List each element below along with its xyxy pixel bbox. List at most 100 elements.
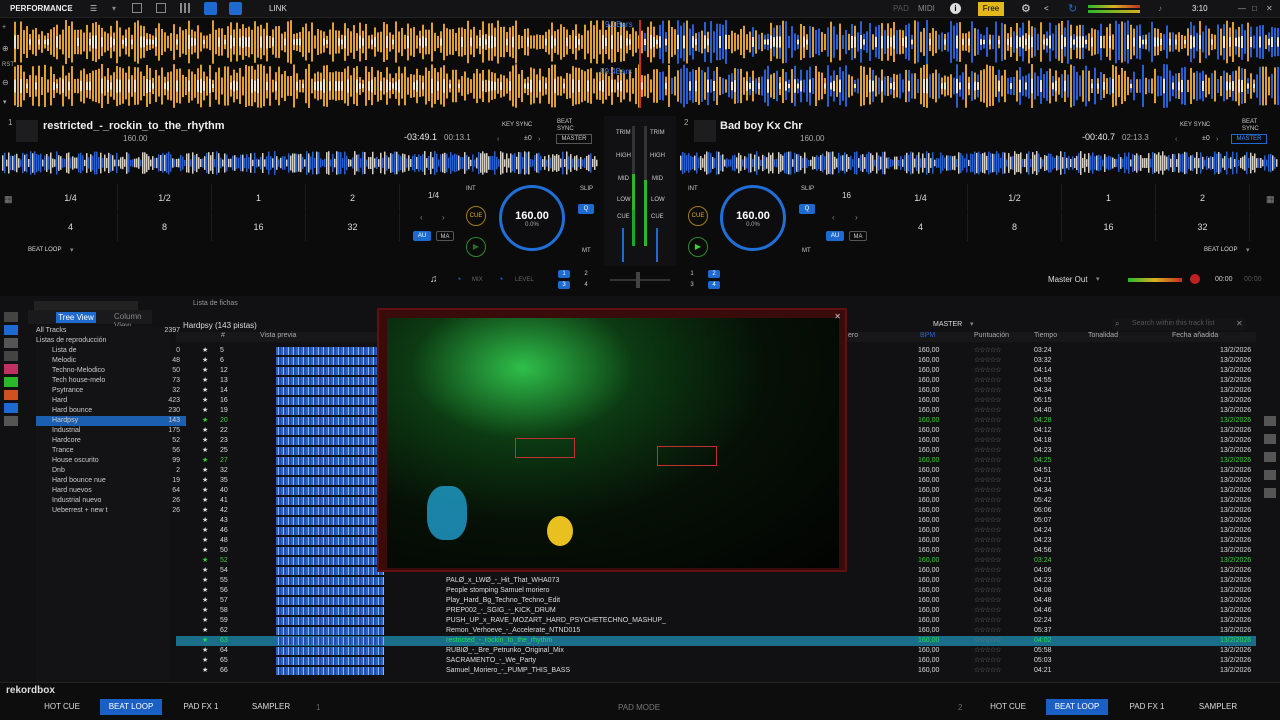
track-rating[interactable]: ☆☆☆☆☆: [974, 386, 1001, 396]
tree-item[interactable]: Listas de reproducción: [36, 336, 186, 346]
related-tracks-icon[interactable]: [1264, 452, 1276, 462]
clear-search-icon[interactable]: ✕: [1236, 319, 1243, 328]
track-rating[interactable]: ☆☆☆☆☆: [974, 426, 1001, 436]
tree-item[interactable]: Tech house-melo 73: [36, 376, 186, 386]
tag-star-icon[interactable]: ★: [202, 416, 208, 426]
tag-star-icon[interactable]: ★: [202, 376, 208, 386]
deck1-headphone-cue-button[interactable]: CUE: [617, 214, 630, 220]
track-rating[interactable]: ☆☆☆☆☆: [974, 356, 1001, 366]
tag-star-icon[interactable]: ★: [202, 646, 208, 656]
track-preview-waveform[interactable]: [276, 577, 384, 585]
deck2-beat-sync-button[interactable]: BEAT SYNC: [1242, 119, 1262, 133]
tree-item[interactable]: Ueberrest + new t 26: [36, 506, 186, 516]
track-preview-waveform[interactable]: [276, 547, 384, 555]
track-preview-waveform[interactable]: [276, 397, 384, 405]
record-panel-icon[interactable]: [156, 3, 166, 13]
fx-assign-4-button[interactable]: 4: [708, 281, 720, 289]
tree-item[interactable]: Hard bounce 230: [36, 406, 186, 416]
tag-star-icon[interactable]: ★: [202, 386, 208, 396]
track-rating[interactable]: ☆☆☆☆☆: [974, 546, 1001, 556]
track-rating[interactable]: ☆☆☆☆☆: [974, 506, 1001, 516]
deck1-master-button[interactable]: MASTER: [556, 134, 592, 144]
track-rating[interactable]: ☆☆☆☆☆: [974, 626, 1001, 636]
tree-item[interactable]: Industrial 175: [36, 426, 186, 436]
deck1-slip-button[interactable]: SLIP: [580, 186, 593, 192]
deck1-jog-wheel[interactable]: 160.00 0.0%: [499, 185, 565, 251]
table-row[interactable]: ★ 64 RUBIØ_-_Bre_Petrunko_Original_Mix 160,…: [176, 646, 1256, 656]
tree-item[interactable]: Hardcore 52: [36, 436, 186, 446]
table-row[interactable]: ★ 65 SACRAMENTO_-_We_Party 160,00 ☆☆☆☆☆ 05:03…: [176, 656, 1256, 666]
link-button[interactable]: LINK: [269, 4, 287, 13]
tag-star-icon[interactable]: ★: [202, 496, 208, 506]
deck2-eq-low-knob[interactable]: LOW: [651, 197, 665, 203]
deck1-overview-waveform[interactable]: [2, 150, 598, 176]
fx-assign-2-button[interactable]: 2: [580, 270, 592, 278]
track-preview-waveform[interactable]: [276, 587, 384, 595]
deck2-track-title[interactable]: Bad boy Kx Chr: [720, 120, 803, 132]
track-preview-waveform[interactable]: [276, 517, 384, 525]
chevron-down-icon[interactable]: ▾: [3, 98, 7, 106]
tag-star-icon[interactable]: ★: [202, 396, 208, 406]
track-preview-waveform[interactable]: [276, 537, 384, 545]
deck2-beat-loop-pad[interactable]: 2: [1156, 184, 1250, 212]
deck2-beat-loop-pad[interactable]: 1/2: [968, 184, 1062, 212]
track-preview-waveform[interactable]: [276, 597, 384, 605]
crossfader-handle[interactable]: [636, 272, 640, 288]
grid-icon[interactable]: ▦: [4, 194, 13, 205]
track-preview-waveform[interactable]: [276, 637, 384, 645]
tree-item[interactable]: Hard nuevos 64: [36, 486, 186, 496]
track-preview-waveform[interactable]: [276, 477, 384, 485]
deck1-channel-fader[interactable]: [622, 228, 624, 262]
deck1-eq-low-knob[interactable]: LOW: [617, 197, 631, 203]
pen-icon[interactable]: [1264, 434, 1276, 444]
chevron-down-icon[interactable]: ▾: [68, 4, 72, 13]
tag-icon[interactable]: [1264, 416, 1276, 426]
close-icon[interactable]: ✕: [834, 312, 841, 321]
track-preview-waveform[interactable]: [276, 617, 384, 625]
explorer-icon[interactable]: [4, 338, 18, 348]
chevron-down-icon[interactable]: ▾: [1096, 275, 1100, 283]
track-rating[interactable]: ☆☆☆☆☆: [974, 566, 1001, 576]
deck2-beat-loop-pad[interactable]: 1: [1062, 184, 1156, 212]
track-preview-waveform[interactable]: [276, 347, 384, 355]
tag-star-icon[interactable]: ★: [202, 356, 208, 366]
tree-item[interactable]: Industrial nuevo 26: [36, 496, 186, 506]
share-icon[interactable]: <: [1044, 4, 1049, 13]
track-preview-waveform[interactable]: [276, 437, 384, 445]
deck1-sampler-mode[interactable]: SAMPLER: [242, 699, 300, 715]
deck1-beat-loop-pad[interactable]: 4: [24, 213, 118, 241]
info-icon[interactable]: i: [950, 3, 961, 14]
tag-star-icon[interactable]: ★: [202, 426, 208, 436]
tag-star-icon[interactable]: ★: [202, 526, 208, 536]
track-rating[interactable]: ☆☆☆☆☆: [974, 476, 1001, 486]
track-preview-waveform[interactable]: [276, 567, 384, 575]
track-rating[interactable]: ☆☆☆☆☆: [974, 456, 1001, 466]
deck1-pad-mode-select[interactable]: BEAT LOOP: [28, 247, 61, 253]
track-preview-waveform[interactable]: [276, 377, 384, 385]
track-rating[interactable]: ☆☆☆☆☆: [974, 446, 1001, 456]
deck1-beat-loop-pad[interactable]: 16: [212, 213, 306, 241]
deck1-master-tempo-button[interactable]: MT: [582, 248, 591, 254]
tree-view-tab[interactable]: Tree View: [56, 312, 96, 323]
deck1-beat-loop-pad[interactable]: 32: [306, 213, 400, 241]
deck2-eq-mid-knob[interactable]: MID: [652, 176, 663, 182]
track-preview-waveform[interactable]: [276, 357, 384, 365]
search-input[interactable]: Search within this track list: [1112, 318, 1246, 330]
deck1-track-title[interactable]: restricted_-_rockin_to_the_rhythm: [43, 120, 225, 132]
deck1-eq-mid-knob[interactable]: MID: [618, 176, 629, 182]
deck1-play-button[interactable]: ▶: [466, 237, 486, 257]
collection-icon[interactable]: [4, 312, 18, 322]
grid-icon[interactable]: ▦: [1266, 194, 1275, 205]
minimize-icon[interactable]: —: [1238, 4, 1246, 13]
music-service-icon[interactable]: [4, 364, 18, 374]
track-rating[interactable]: ☆☆☆☆☆: [974, 366, 1001, 376]
deck2-overview-waveform[interactable]: [680, 150, 1278, 176]
deck1-pad-fx-mode[interactable]: PAD FX 1: [172, 699, 230, 715]
tree-item[interactable]: Techno-Melodico 50: [36, 366, 186, 376]
track-rating[interactable]: ☆☆☆☆☆: [974, 636, 1001, 646]
zoom-in-icon[interactable]: +: [2, 24, 6, 31]
video-icon[interactable]: [229, 2, 242, 15]
reset-zoom-button[interactable]: RST: [2, 62, 14, 68]
tag-star-icon[interactable]: ★: [202, 626, 208, 636]
track-rating[interactable]: ☆☆☆☆☆: [974, 616, 1001, 626]
